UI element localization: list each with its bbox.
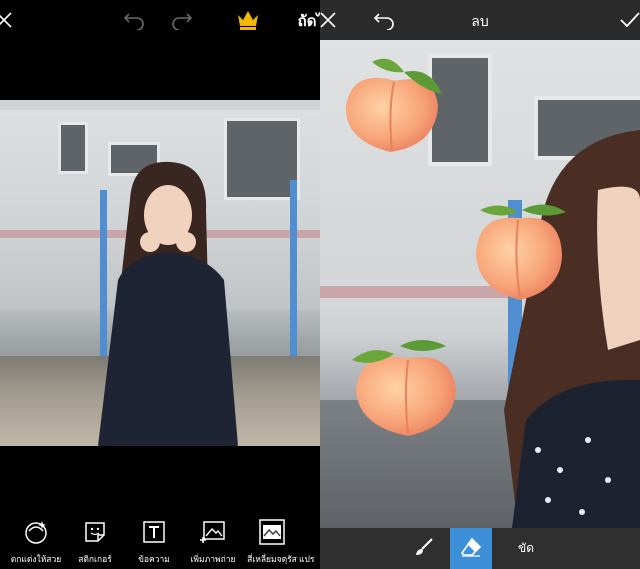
peach-sticker[interactable] xyxy=(350,334,460,438)
erase-header: ลบ xyxy=(320,0,640,40)
editor-toolbar: ตกแต่งให้สวย สติกเกอร์ ข้อความ เพิ่มภาพถ… xyxy=(0,510,320,569)
erase-mode-label: ขัด xyxy=(518,541,534,555)
train-window xyxy=(58,122,88,174)
check-icon[interactable] xyxy=(616,6,640,34)
text-icon xyxy=(122,518,186,546)
erase-right-panel: ลบ ขัด xyxy=(320,0,640,569)
brush-icon xyxy=(414,537,434,561)
eraser-icon xyxy=(460,537,482,561)
tool-add-photo[interactable]: เพิ่มภาพถ่าย xyxy=(181,518,245,566)
photo-preview xyxy=(0,100,320,446)
redo-icon[interactable] xyxy=(168,6,196,34)
brush-button[interactable] xyxy=(406,528,442,569)
photo-canvas[interactable] xyxy=(320,40,640,528)
tool-label: ตกแต่งให้สวย xyxy=(10,555,62,565)
peach-sticker[interactable] xyxy=(342,50,450,156)
page-title: ลบ xyxy=(471,14,489,30)
face-retouch-icon xyxy=(4,518,68,546)
undo-icon[interactable] xyxy=(120,6,148,34)
erase-mode-button[interactable]: ขัด xyxy=(508,528,544,569)
editor-left-panel: ถัดไ ตกแต่งให้สวย สติกเกอร์ xyxy=(0,0,320,569)
close-icon[interactable] xyxy=(0,6,18,34)
girl-figure xyxy=(504,130,640,528)
girl-figure xyxy=(98,161,238,446)
square-fit-icon xyxy=(240,518,304,546)
tool-square-fit[interactable]: สี่เหลี่ยมจตุรัส xyxy=(240,518,304,566)
next-button[interactable]: ถัดไ xyxy=(298,9,320,33)
sticker-icon xyxy=(63,518,127,546)
eraser-button[interactable] xyxy=(450,528,492,569)
crown-icon[interactable] xyxy=(234,6,262,34)
tool-label: แปร xyxy=(299,555,315,565)
tool-text[interactable]: ข้อความ xyxy=(122,518,186,566)
erase-bottom-bar: ขัด xyxy=(320,528,640,569)
add-photo-icon xyxy=(181,518,245,546)
brush-icon xyxy=(299,518,320,546)
tool-label: สี่เหลี่ยมจตุรัส xyxy=(247,555,297,565)
tool-label: เพิ่มภาพถ่าย xyxy=(190,555,236,565)
tool-sticker[interactable]: สติกเกอร์ xyxy=(63,518,127,566)
editor-header: ถัดไ xyxy=(0,0,320,40)
tool-beautify[interactable]: ตกแต่งให้สวย xyxy=(4,518,68,566)
tool-label: ข้อความ xyxy=(138,555,170,565)
peach-sticker[interactable] xyxy=(474,198,566,304)
tool-label: สติกเกอร์ xyxy=(78,555,112,565)
tool-brush[interactable]: แปร xyxy=(299,518,320,566)
